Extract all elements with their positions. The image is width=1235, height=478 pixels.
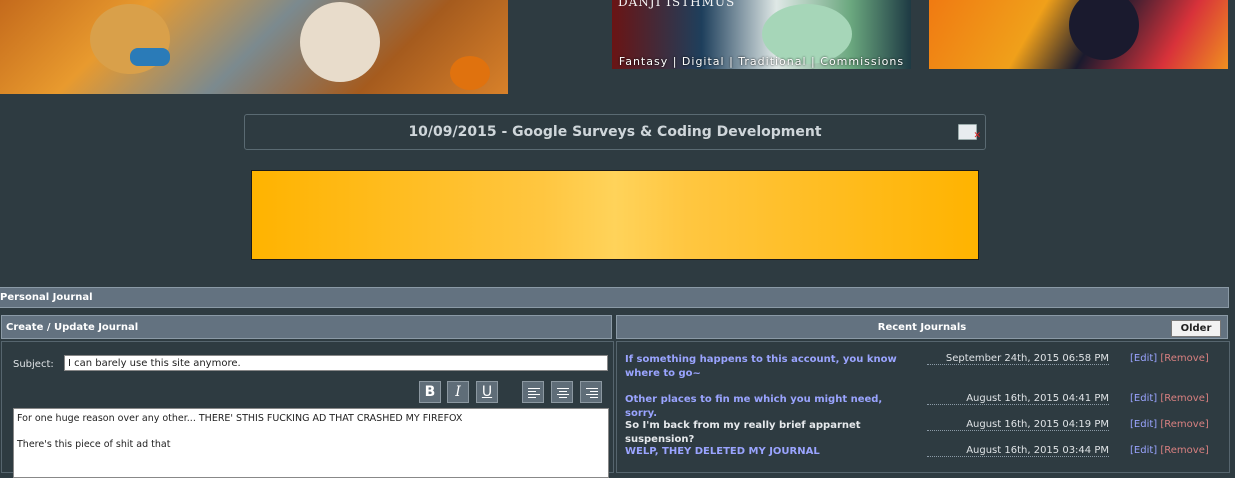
- body-line: For one huge reason over any other... TH…: [17, 413, 463, 424]
- banner-cat: [1069, 0, 1139, 60]
- align-left-button[interactable]: [522, 381, 544, 403]
- banner-character-right: [300, 2, 380, 82]
- journal-entry-link[interactable]: If something happens to this account, yo…: [625, 353, 915, 381]
- banner-autumn-foxes[interactable]: [0, 0, 508, 94]
- bold-button[interactable]: B: [419, 381, 441, 403]
- journal-entry-link[interactable]: WELP, THEY DELETED MY JOURNAL: [625, 445, 915, 459]
- subject-input[interactable]: I can barely use this site anymore.: [64, 355, 608, 371]
- journal-body-textarea[interactable]: For one huge reason over any other... TH…: [13, 408, 609, 478]
- recent-journals-header: Recent Journals Older: [616, 315, 1228, 339]
- journal-entry-date: September 24th, 2015 06:58 PM: [927, 353, 1109, 365]
- journal-entry-link[interactable]: So I'm back from my really brief apparne…: [625, 419, 915, 447]
- create-journal-panel: Subject: I can barely use this site anym…: [1, 341, 614, 478]
- banner-black-cat[interactable]: [929, 0, 1228, 69]
- close-journal-icon[interactable]: [958, 119, 981, 153]
- journal-title: 10/09/2015 - Google Surveys & Coding Dev…: [408, 124, 822, 140]
- banner-scarf: [130, 48, 170, 66]
- body-line: There's this piece of shit ad that: [17, 439, 171, 450]
- banner-title: DANJI ISTHMUS: [618, 0, 736, 9]
- align-right-button[interactable]: [580, 381, 602, 403]
- remove-link[interactable]: [Remove]: [1160, 393, 1208, 404]
- older-button[interactable]: Older: [1171, 320, 1221, 337]
- edit-link[interactable]: [Edit]: [1130, 445, 1157, 456]
- banner-danji-isthmus[interactable]: DANJI ISTHMUS Fantasy | Digital | Tradit…: [612, 0, 911, 69]
- journal-title-bar: 10/09/2015 - Google Surveys & Coding Dev…: [244, 114, 986, 153]
- recent-journals-title: Recent Journals: [877, 322, 967, 333]
- remove-link[interactable]: [Remove]: [1160, 419, 1208, 430]
- underline-button[interactable]: U: [476, 381, 498, 403]
- remove-link[interactable]: [Remove]: [1160, 353, 1208, 364]
- journal-entry-date: August 16th, 2015 03:44 PM: [927, 445, 1109, 457]
- personal-journal-header: Personal Journal: [0, 287, 1229, 308]
- banner-caption: Fantasy | Digital | Traditional | Commis…: [618, 55, 905, 68]
- remove-link[interactable]: [Remove]: [1160, 445, 1208, 456]
- banner-pumpkin: [450, 56, 490, 90]
- journal-entry-link[interactable]: Other places to fin me which you might n…: [625, 393, 915, 421]
- subject-label: Subject:: [13, 359, 54, 370]
- journal-entry-date: August 16th, 2015 04:19 PM: [927, 419, 1109, 431]
- advertisement-banner[interactable]: [251, 170, 979, 260]
- align-center-icon: [557, 388, 569, 400]
- align-left-icon: [528, 388, 540, 400]
- recent-journals-panel: If something happens to this account, yo…: [616, 341, 1230, 473]
- journal-entry-date: August 16th, 2015 04:41 PM: [927, 393, 1109, 405]
- align-center-button[interactable]: [551, 381, 573, 403]
- italic-button[interactable]: I: [447, 381, 469, 403]
- edit-link[interactable]: [Edit]: [1130, 353, 1157, 364]
- edit-link[interactable]: [Edit]: [1130, 419, 1157, 430]
- create-journal-header: Create / Update Journal: [1, 315, 612, 339]
- align-right-icon: [586, 388, 598, 400]
- edit-link[interactable]: [Edit]: [1130, 393, 1157, 404]
